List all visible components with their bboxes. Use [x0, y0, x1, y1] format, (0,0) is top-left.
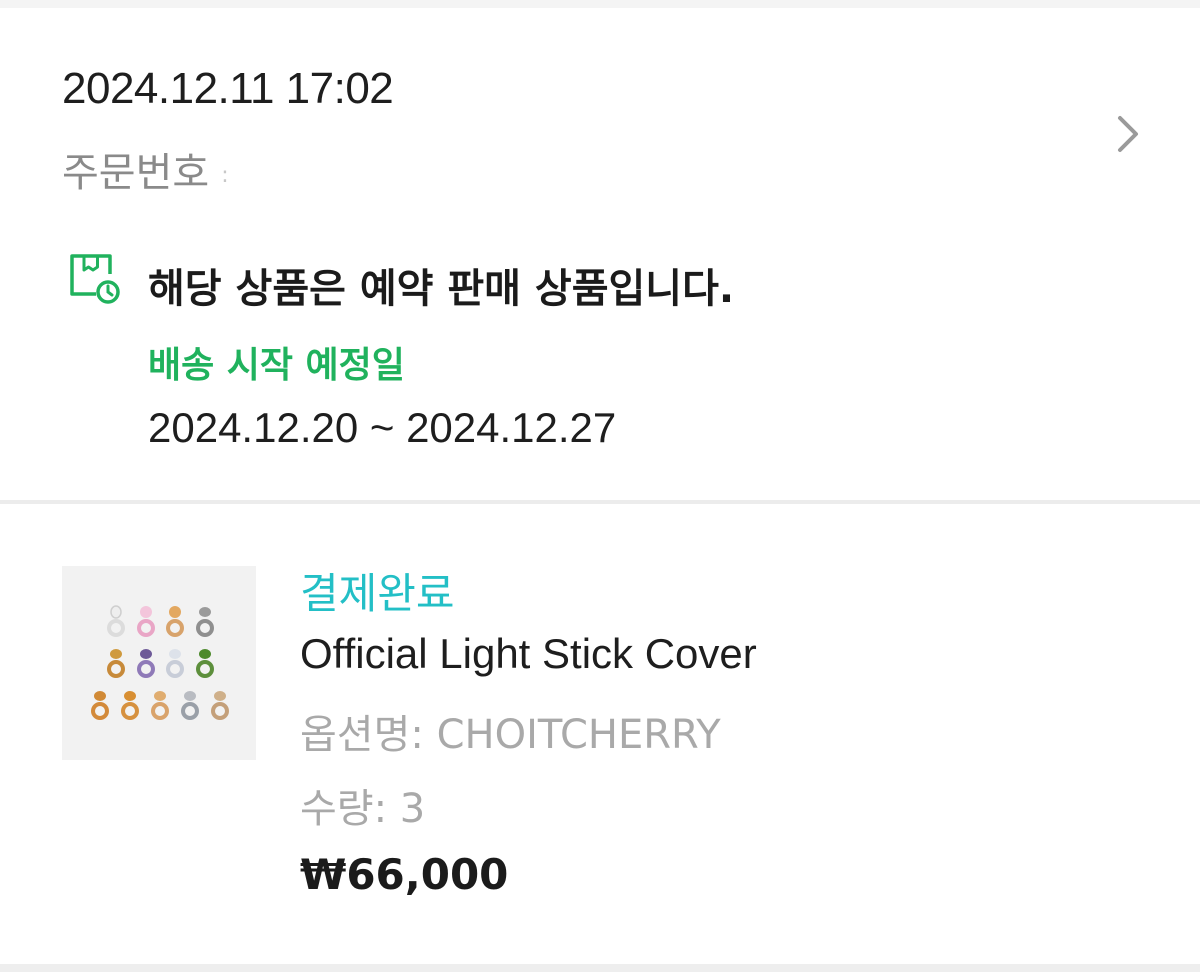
product-quantity: 수량: 3: [300, 786, 426, 832]
product-option: 옵션명: CHOITCHERRY: [300, 712, 721, 758]
order-datetime: 2024.12.11 17:02: [62, 64, 394, 113]
product-price: ₩66,000: [300, 850, 509, 899]
chevron-right-icon[interactable]: [1108, 104, 1148, 164]
order-number-value: :: [221, 162, 229, 188]
preorder-notice: 해당 상품은 예약 판매 상품입니다.: [148, 266, 735, 312]
product-name[interactable]: Official Light Stick Cover: [300, 630, 757, 678]
shipping-start-label: 배송 시작 예정일: [148, 345, 405, 386]
product-card[interactable]: 결제완료 Official Light Stick Cover 옵션명: CHO…: [0, 504, 1200, 964]
order-header[interactable]: 2024.12.11 17:02 주문번호: 해당 상품은 예약 판매 상품입니…: [0, 8, 1200, 500]
top-separator: [0, 0, 1200, 8]
shipping-date-range: 2024.12.20 ~ 2024.12.27: [148, 404, 617, 451]
order-number: 주문번호:: [62, 140, 229, 198]
order-number-label: 주문번호: [62, 150, 210, 196]
payment-status: 결제완료: [300, 569, 455, 618]
bottom-separator: [0, 964, 1200, 972]
product-thumbnail[interactable]: [62, 566, 256, 760]
preorder-box-clock-icon: [66, 250, 122, 306]
